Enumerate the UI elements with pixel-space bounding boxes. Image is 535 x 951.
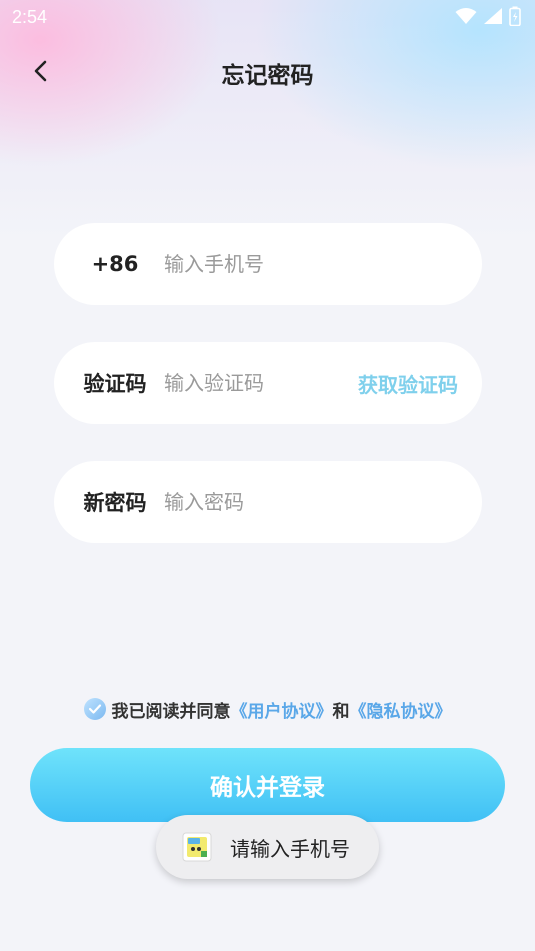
code-label: 验证码 [83, 372, 147, 396]
password-label: 新密码 [83, 491, 147, 515]
country-code-label: +86 [91, 252, 139, 276]
code-field: 验证码 获取验证码 [54, 342, 482, 424]
agreement-row: 我已阅读并同意 《用户协议》 和 《隐私协议》 [0, 694, 535, 724]
header-background [0, 0, 535, 240]
code-input[interactable] [164, 358, 354, 408]
confirm-login-button[interactable]: 确认并登录 [30, 748, 505, 822]
toast: 请输入手机号 [156, 815, 379, 879]
check-icon [88, 704, 101, 714]
user-agreement-link[interactable]: 《用户协议》 [231, 697, 333, 722]
password-field: 新密码 [54, 461, 482, 543]
agreement-and: 和 [332, 701, 350, 722]
page-title: 忘记密码 [221, 63, 314, 89]
get-code-button[interactable]: 获取验证码 [358, 342, 458, 424]
agreement-text: 我已阅读并同意 [111, 701, 231, 722]
header: 忘记密码 [0, 48, 535, 94]
password-input[interactable] [164, 477, 354, 527]
phone-input[interactable] [164, 239, 354, 289]
status-time: 2:54 [12, 7, 48, 27]
app-logo-icon [182, 832, 212, 862]
signal-icon [483, 7, 503, 25]
phone-field: +86 [54, 223, 482, 305]
status-icons [455, 6, 521, 26]
battery-icon [509, 6, 521, 26]
wifi-icon [455, 7, 477, 25]
privacy-agreement-link[interactable]: 《隐私协议》 [350, 697, 452, 722]
status-bar: 2:54 [0, 0, 535, 36]
toast-message: 请输入手机号 [230, 836, 350, 861]
agreement-checkbox[interactable] [83, 698, 106, 720]
